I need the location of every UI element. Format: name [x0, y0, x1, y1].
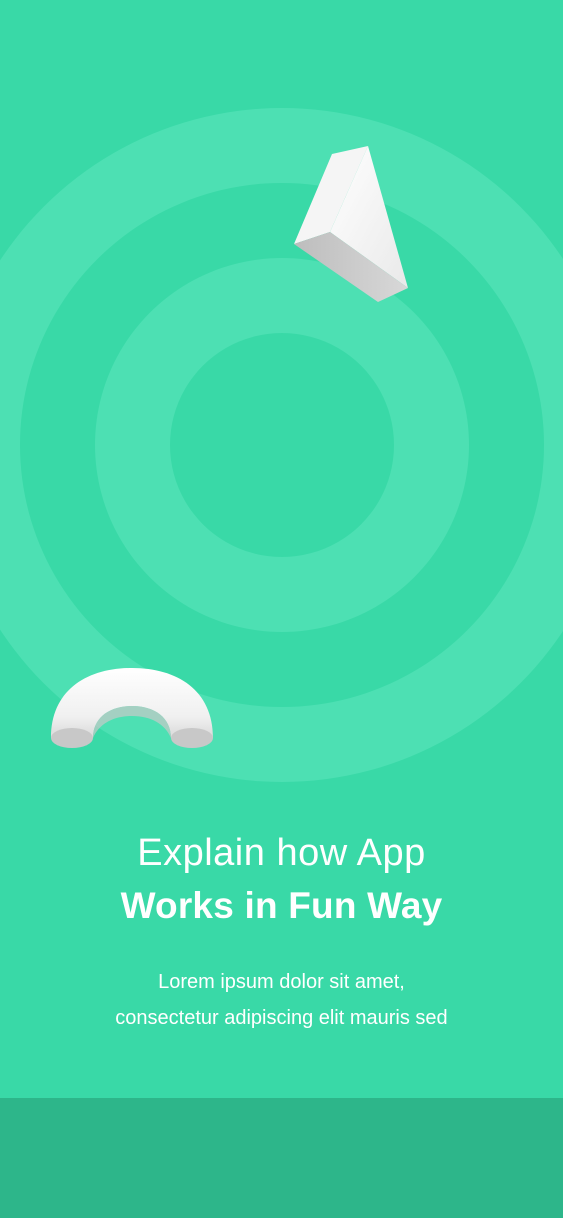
middle-ring — [95, 258, 470, 633]
description: Lorem ipsum dolor sit amet, consectetur … — [40, 964, 523, 1036]
bottom-bar — [0, 1098, 563, 1218]
description-line-2: consectetur adipiscing elit mauris sed — [115, 1007, 448, 1029]
torus-arch-icon — [51, 668, 213, 748]
pyramid-icon — [294, 146, 408, 302]
headline-line-1: Explain how App — [137, 832, 426, 874]
description-line-1: Lorem ipsum dolor sit amet, — [158, 971, 405, 993]
onboarding-screen: Explain how App Works in Fun Way Lorem i… — [0, 0, 563, 1218]
headline-line-2: Works in Fun Way — [120, 885, 443, 926]
headline: Explain how App Works in Fun Way — [0, 828, 563, 934]
